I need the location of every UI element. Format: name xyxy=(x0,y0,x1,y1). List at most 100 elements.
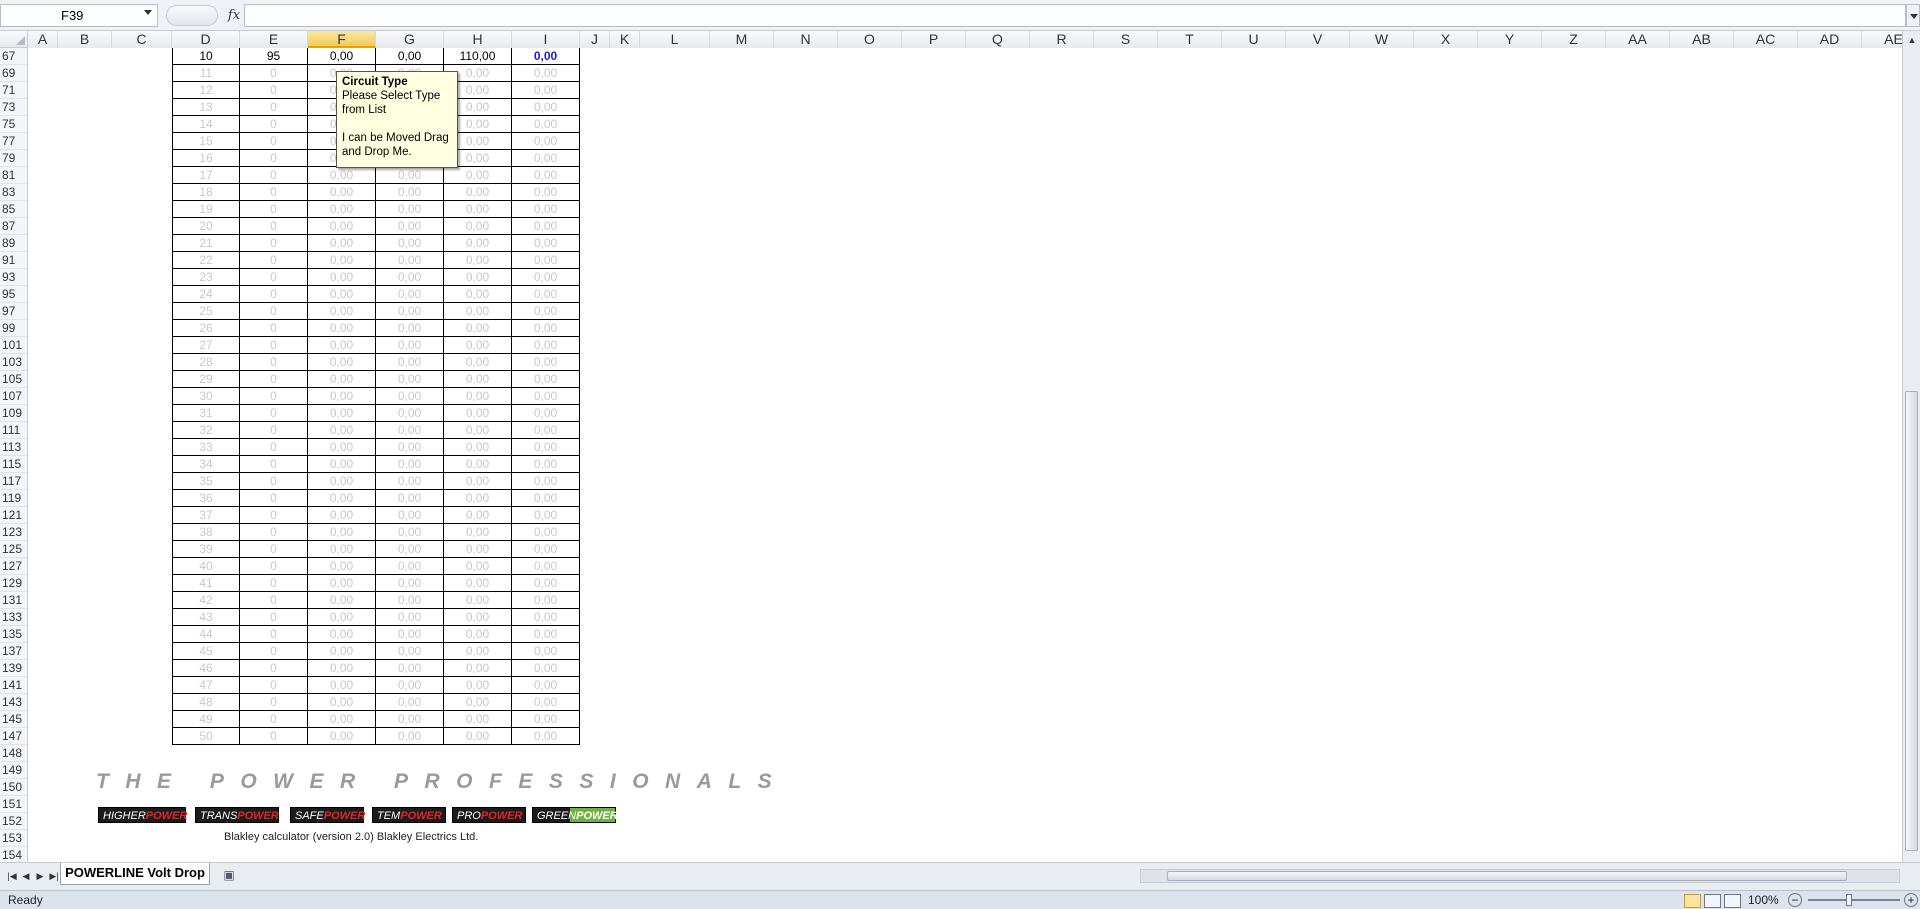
column-header-r[interactable]: R xyxy=(1030,31,1094,48)
table-cell[interactable]: 0,00 xyxy=(512,65,580,82)
last-sheet-icon[interactable]: ▶| xyxy=(48,870,60,882)
column-header-z[interactable]: Z xyxy=(1542,31,1606,48)
table-cell[interactable]: 0,00 xyxy=(444,269,512,286)
table-cell[interactable]: 0,00 xyxy=(444,456,512,473)
column-header-c[interactable]: C xyxy=(112,31,172,48)
table-cell[interactable]: 0 xyxy=(240,592,308,609)
table-cell[interactable]: 45 xyxy=(172,643,240,660)
table-cell[interactable]: 0,00 xyxy=(512,201,580,218)
table-cell[interactable]: 0,00 xyxy=(512,490,580,507)
table-cell[interactable]: 0 xyxy=(240,150,308,167)
table-cell[interactable]: 0 xyxy=(240,252,308,269)
insert-function-icon[interactable]: fx xyxy=(224,6,244,26)
row-header-137[interactable]: 137 xyxy=(0,643,27,660)
table-cell[interactable]: 0,00 xyxy=(512,592,580,609)
table-cell[interactable]: 0,00 xyxy=(512,405,580,422)
row-header-87[interactable]: 87 xyxy=(0,218,27,235)
table-cell[interactable]: 0 xyxy=(240,218,308,235)
row-header-145[interactable]: 145 xyxy=(0,711,27,728)
row-header-133[interactable]: 133 xyxy=(0,609,27,626)
table-cell[interactable]: 0 xyxy=(240,388,308,405)
table-cell[interactable]: 37 xyxy=(172,507,240,524)
row-header-115[interactable]: 115 xyxy=(0,456,27,473)
insert-sheet-icon[interactable]: ▣ xyxy=(218,867,240,883)
table-cell[interactable]: 0,00 xyxy=(308,660,376,677)
table-cell[interactable]: 0,00 xyxy=(444,660,512,677)
formula-bar-splitter[interactable] xyxy=(166,5,218,26)
table-cell[interactable]: 0,00 xyxy=(308,405,376,422)
expand-formula-bar-button[interactable] xyxy=(1906,4,1920,27)
table-cell[interactable]: 0,00 xyxy=(308,167,376,184)
column-header-x[interactable]: X xyxy=(1414,31,1478,48)
table-cell[interactable]: 0,00 xyxy=(376,524,444,541)
table-cell[interactable]: 0,00 xyxy=(444,303,512,320)
table-cell[interactable]: 0,00 xyxy=(376,558,444,575)
table-cell[interactable]: 0 xyxy=(240,133,308,150)
table-cell[interactable]: 0,00 xyxy=(376,388,444,405)
table-cell[interactable]: 0,00 xyxy=(308,694,376,711)
row-header-75[interactable]: 75 xyxy=(0,116,27,133)
row-header-150[interactable]: 150 xyxy=(0,779,27,796)
table-cell[interactable]: 0,00 xyxy=(512,371,580,388)
row-header-85[interactable]: 85 xyxy=(0,201,27,218)
table-cell[interactable]: 0,00 xyxy=(308,337,376,354)
table-cell[interactable]: 0 xyxy=(240,116,308,133)
table-cell[interactable]: 47 xyxy=(172,677,240,694)
table-cell[interactable]: 15 xyxy=(172,133,240,150)
table-cell[interactable]: 0 xyxy=(240,728,308,745)
table-cell[interactable]: 50 xyxy=(172,728,240,745)
column-header-s[interactable]: S xyxy=(1094,31,1158,48)
table-cell[interactable]: 0 xyxy=(240,167,308,184)
table-cell[interactable]: 0,00 xyxy=(512,337,580,354)
table-cell[interactable]: 0 xyxy=(240,99,308,116)
table-cell[interactable]: 0,00 xyxy=(444,337,512,354)
table-cell[interactable]: 0,00 xyxy=(376,541,444,558)
row-header-91[interactable]: 91 xyxy=(0,252,27,269)
table-cell[interactable]: 0,00 xyxy=(308,320,376,337)
column-header-e[interactable]: E xyxy=(240,31,308,48)
table-cell[interactable]: 0,00 xyxy=(444,541,512,558)
table-cell[interactable]: 0,00 xyxy=(512,82,580,99)
table-cell[interactable]: 19 xyxy=(172,201,240,218)
row-header-147[interactable]: 147 xyxy=(0,728,27,745)
table-cell[interactable]: 0 xyxy=(240,677,308,694)
first-sheet-icon[interactable]: |◀ xyxy=(6,870,18,882)
table-cell[interactable]: 0,00 xyxy=(512,626,580,643)
table-cell[interactable]: 0,00 xyxy=(512,541,580,558)
table-cell[interactable]: 0,00 xyxy=(376,609,444,626)
table-cell[interactable]: 23 xyxy=(172,269,240,286)
table-cell[interactable]: 0,00 xyxy=(444,422,512,439)
table-cell[interactable]: 0 xyxy=(240,303,308,320)
table-cell[interactable]: 0,00 xyxy=(512,388,580,405)
column-header-p[interactable]: P xyxy=(902,31,966,48)
table-cell[interactable]: 0 xyxy=(240,405,308,422)
table-cell[interactable]: 0,00 xyxy=(376,235,444,252)
table-cell[interactable]: 0,00 xyxy=(512,99,580,116)
table-cell[interactable]: 0 xyxy=(240,320,308,337)
prev-sheet-icon[interactable]: ◀ xyxy=(20,870,32,882)
row-header-152[interactable]: 152 xyxy=(0,813,27,830)
table-cell[interactable]: 0,00 xyxy=(444,643,512,660)
table-cell[interactable]: 0,00 xyxy=(376,473,444,490)
row-header-77[interactable]: 77 xyxy=(0,133,27,150)
table-cell[interactable]: 0,00 xyxy=(444,524,512,541)
table-cell[interactable]: 10 xyxy=(172,48,240,65)
table-cell[interactable]: 17 xyxy=(172,167,240,184)
next-sheet-icon[interactable]: ▶ xyxy=(34,870,46,882)
table-cell[interactable]: 0,00 xyxy=(512,320,580,337)
table-cell[interactable]: 0,00 xyxy=(308,626,376,643)
table-cell[interactable]: 0,00 xyxy=(376,728,444,745)
zoom-level[interactable]: 100% xyxy=(1748,891,1779,909)
column-header-n[interactable]: N xyxy=(774,31,838,48)
table-cell[interactable]: 0,00 xyxy=(444,575,512,592)
table-cell[interactable]: 0,00 xyxy=(308,48,376,65)
row-header-141[interactable]: 141 xyxy=(0,677,27,694)
table-cell[interactable]: 21 xyxy=(172,235,240,252)
column-header-k[interactable]: K xyxy=(610,31,640,48)
table-cell[interactable]: 0,00 xyxy=(512,252,580,269)
table-cell[interactable]: 0 xyxy=(240,337,308,354)
table-cell[interactable]: 0,00 xyxy=(444,167,512,184)
column-header-t[interactable]: T xyxy=(1158,31,1222,48)
table-cell[interactable]: 46 xyxy=(172,660,240,677)
table-cell[interactable]: 43 xyxy=(172,609,240,626)
